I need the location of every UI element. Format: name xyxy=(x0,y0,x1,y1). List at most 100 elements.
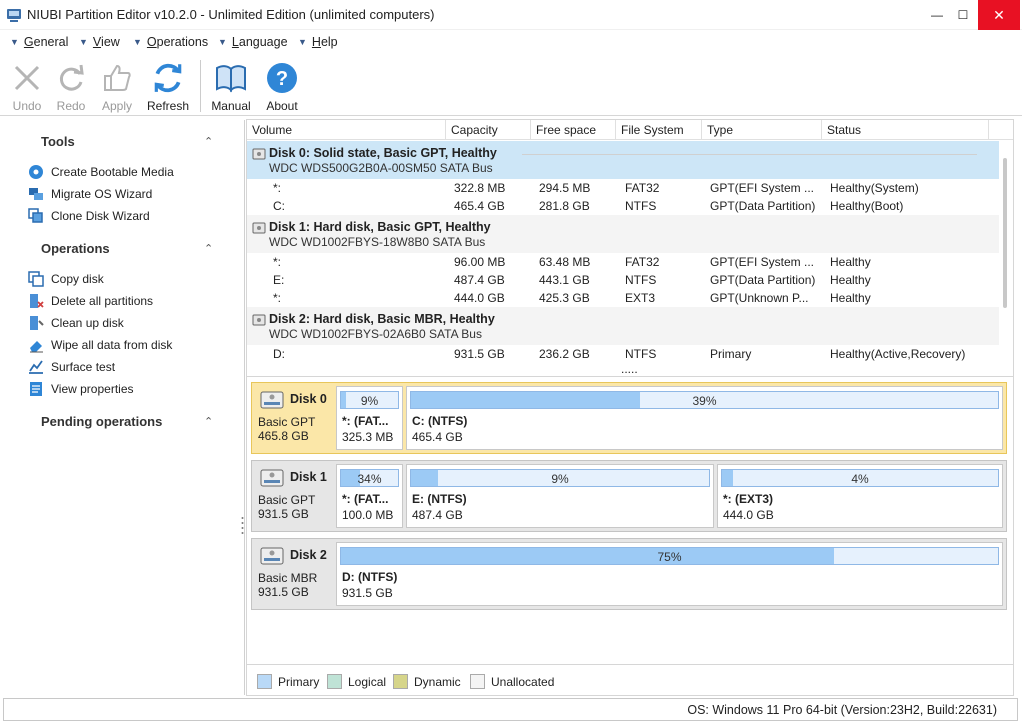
table-row[interactable]: *: 96.00 MB 63.48 MB FAT32 GPT(EFI Syste… xyxy=(247,253,999,271)
partition-block[interactable]: 75% D: (NTFS) 931.5 GB xyxy=(336,542,1003,606)
disk-map: Disk 0 Basic GPT 465.8 GB 9% *: (FAT... … xyxy=(246,377,1014,664)
column-header-status[interactable]: Status xyxy=(822,120,989,140)
partition-block[interactable]: 9% E: (NTFS) 487.4 GB xyxy=(406,464,714,528)
partition-size: 100.0 MB xyxy=(342,508,394,522)
usage-bar: 39% xyxy=(410,391,999,409)
cell-capacity: 322.8 MB xyxy=(454,181,506,195)
table-row[interactable]: D: 931.5 GB 236.2 GB NTFS Primary Health… xyxy=(247,345,999,363)
table-row[interactable]: E: 487.4 GB 443.1 GB NTFS GPT(Data Parti… xyxy=(247,271,999,289)
disk-1-card[interactable]: Disk 1 Basic GPT 931.5 GB 34% *: (FAT...… xyxy=(251,460,1007,532)
splitter-grip-icon[interactable] xyxy=(241,516,244,536)
disk-2-card[interactable]: Disk 2 Basic MBR 931.5 GB 75% D: (NTFS) … xyxy=(251,538,1007,610)
copy-disk-icon xyxy=(28,271,44,287)
vertical-scrollbar[interactable] xyxy=(1003,158,1007,308)
cell-free-space: 63.48 MB xyxy=(539,255,591,269)
usage-bar: 9% xyxy=(340,391,399,409)
apply-button[interactable]: Apply xyxy=(92,60,142,113)
clean-up-disk-item[interactable]: Clean up disk xyxy=(28,314,124,332)
view-properties-item[interactable]: View properties xyxy=(28,380,134,398)
cell-capacity: 465.4 GB xyxy=(454,199,505,213)
volume-table: Volume Capacity Free space File System T… xyxy=(246,119,1014,377)
close-button[interactable]: ✕ xyxy=(978,0,1020,30)
table-row[interactable]: C: 465.4 GB 281.8 GB NTFS GPT(Data Parti… xyxy=(247,197,999,215)
toolbar: Undo Redo Apply Refresh Manual ? About xyxy=(0,54,1022,116)
cell-free-space: 294.5 MB xyxy=(539,181,591,195)
refresh-button[interactable]: Refresh xyxy=(143,60,193,113)
column-header-type[interactable]: Type xyxy=(702,120,822,140)
cell-file-system: FAT32 xyxy=(625,255,660,269)
menu-operations[interactable]: ▼ Operations xyxy=(133,35,208,49)
cell-volume: E: xyxy=(273,273,285,287)
table-row[interactable]: *: 444.0 GB 425.3 GB EXT3 GPT(Unknown P.… xyxy=(247,289,999,307)
clone-disk-wizard-item[interactable]: Clone Disk Wizard xyxy=(28,207,150,225)
partition-size: 325.3 MB xyxy=(342,430,394,444)
redo-label: Redo xyxy=(56,99,86,113)
cell-capacity: 444.0 GB xyxy=(454,291,505,305)
usage-bar: 75% xyxy=(340,547,999,565)
disk-icon xyxy=(260,469,284,487)
partition-size: 487.4 GB xyxy=(412,508,463,522)
partition-block[interactable]: 9% *: (FAT... 325.3 MB xyxy=(336,386,403,450)
menu-help[interactable]: ▼ Help xyxy=(298,35,338,49)
help-icon: ? xyxy=(267,63,297,93)
disk-size: 465.8 GB xyxy=(258,429,309,443)
partition-name: D: (NTFS) xyxy=(342,570,398,584)
cell-volume: *: xyxy=(273,255,282,269)
wipe-all-data-item[interactable]: Wipe all data from disk xyxy=(28,336,172,354)
disk-0-header-row[interactable]: Disk 0: Solid state, Basic GPT, Healthy … xyxy=(247,141,999,179)
partition-name: *: (FAT... xyxy=(342,414,389,428)
chevron-down-icon: ▼ xyxy=(298,37,307,47)
partition-name: *: (EXT3) xyxy=(723,492,774,506)
legend-swatch xyxy=(393,674,408,689)
chevron-down-icon: ▼ xyxy=(10,37,19,47)
manual-label: Manual xyxy=(211,99,251,113)
cell-type: GPT(Data Partition) xyxy=(710,273,816,287)
cell-volume: D: xyxy=(273,347,285,361)
column-header-volume[interactable]: Volume xyxy=(247,120,446,140)
create-bootable-media-item[interactable]: Create Bootable Media xyxy=(28,163,174,181)
legend: Primary Logical Dynamic Unallocated xyxy=(246,664,1014,696)
partition-block[interactable]: 39% C: (NTFS) 465.4 GB xyxy=(406,386,1003,450)
item-label: View properties xyxy=(51,382,134,396)
legend-label: Unallocated xyxy=(491,674,555,689)
column-header-capacity[interactable]: Capacity xyxy=(446,120,531,140)
collapse-pending-icon[interactable]: ⌃ xyxy=(204,415,213,428)
collapse-tools-icon[interactable]: ⌃ xyxy=(204,135,213,148)
disk-info: Disk 2 Basic MBR 931.5 GB xyxy=(252,539,334,609)
surface-test-item[interactable]: Surface test xyxy=(28,358,115,376)
menu-general[interactable]: ▼ General xyxy=(10,35,68,49)
undo-button[interactable]: Undo xyxy=(2,60,52,113)
eraser-icon xyxy=(28,337,44,353)
collapse-operations-icon[interactable]: ⌃ xyxy=(204,242,213,255)
table-row[interactable]: *: 322.8 MB 294.5 MB FAT32 GPT(EFI Syste… xyxy=(247,179,999,197)
cell-type: GPT(Data Partition) xyxy=(710,199,816,213)
usage-percent: 34% xyxy=(357,472,382,486)
column-header-file-system[interactable]: File System xyxy=(616,120,702,140)
legend-swatch xyxy=(470,674,485,689)
manual-button[interactable]: Manual xyxy=(206,60,256,113)
surface-test-icon xyxy=(28,359,44,375)
about-button[interactable]: ? About xyxy=(257,60,307,113)
undo-icon xyxy=(14,65,40,91)
disk-2-header-row[interactable]: Disk 2: Hard disk, Basic MBR, Healthy WD… xyxy=(247,307,999,345)
menu-language[interactable]: ▼ Language xyxy=(218,35,288,49)
cell-type: GPT(Unknown P... xyxy=(710,291,809,305)
column-header-free-space[interactable]: Free space xyxy=(531,120,616,140)
migrate-os-wizard-item[interactable]: Migrate OS Wizard xyxy=(28,185,152,203)
menu-view[interactable]: ▼ View xyxy=(79,35,120,49)
usage-percent: 9% xyxy=(360,394,379,408)
disk-model: WDC WDS500G2B0A-00SM50 SATA Bus xyxy=(269,161,493,175)
bootable-media-icon xyxy=(28,164,44,180)
disk-size: 931.5 GB xyxy=(258,507,309,521)
redo-button[interactable]: Redo xyxy=(46,60,96,113)
disk-1-header-row[interactable]: Disk 1: Hard disk, Basic GPT, Healthy WD… xyxy=(247,215,999,253)
delete-all-partitions-item[interactable]: Delete all partitions xyxy=(28,292,153,310)
item-label: Surface test xyxy=(51,360,116,374)
disk-0-card[interactable]: Disk 0 Basic GPT 465.8 GB 9% *: (FAT... … xyxy=(251,382,1007,454)
redo-icon xyxy=(59,64,84,91)
partition-block[interactable]: 4% *: (EXT3) 444.0 GB xyxy=(717,464,1003,528)
partition-block[interactable]: 34% *: (FAT... 100.0 MB xyxy=(336,464,403,528)
copy-disk-item[interactable]: Copy disk xyxy=(28,270,104,288)
app-logo-icon xyxy=(7,9,21,22)
disk-info: Disk 1 Basic GPT 931.5 GB xyxy=(252,461,334,531)
